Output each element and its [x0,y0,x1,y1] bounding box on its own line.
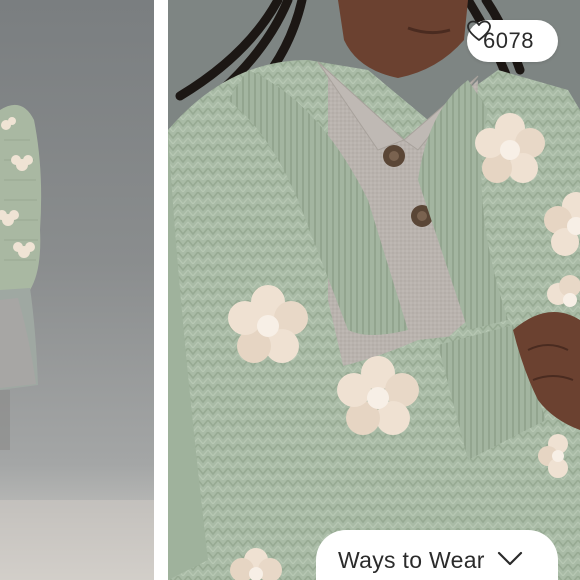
ways-to-wear-label: Ways to Wear [338,547,485,573]
main-product-image[interactable]: 6078 [168,0,580,580]
chevron-down-icon [497,551,523,567]
cardigan-photo [168,0,580,580]
like-button[interactable]: 6078 [467,20,558,62]
previous-product-photo [0,104,154,580]
ways-to-wear-button[interactable]: Ways to Wear [316,530,558,580]
product-image-gallery: 6078 Ways to Wear [0,0,580,580]
previous-product-image[interactable] [0,0,154,580]
